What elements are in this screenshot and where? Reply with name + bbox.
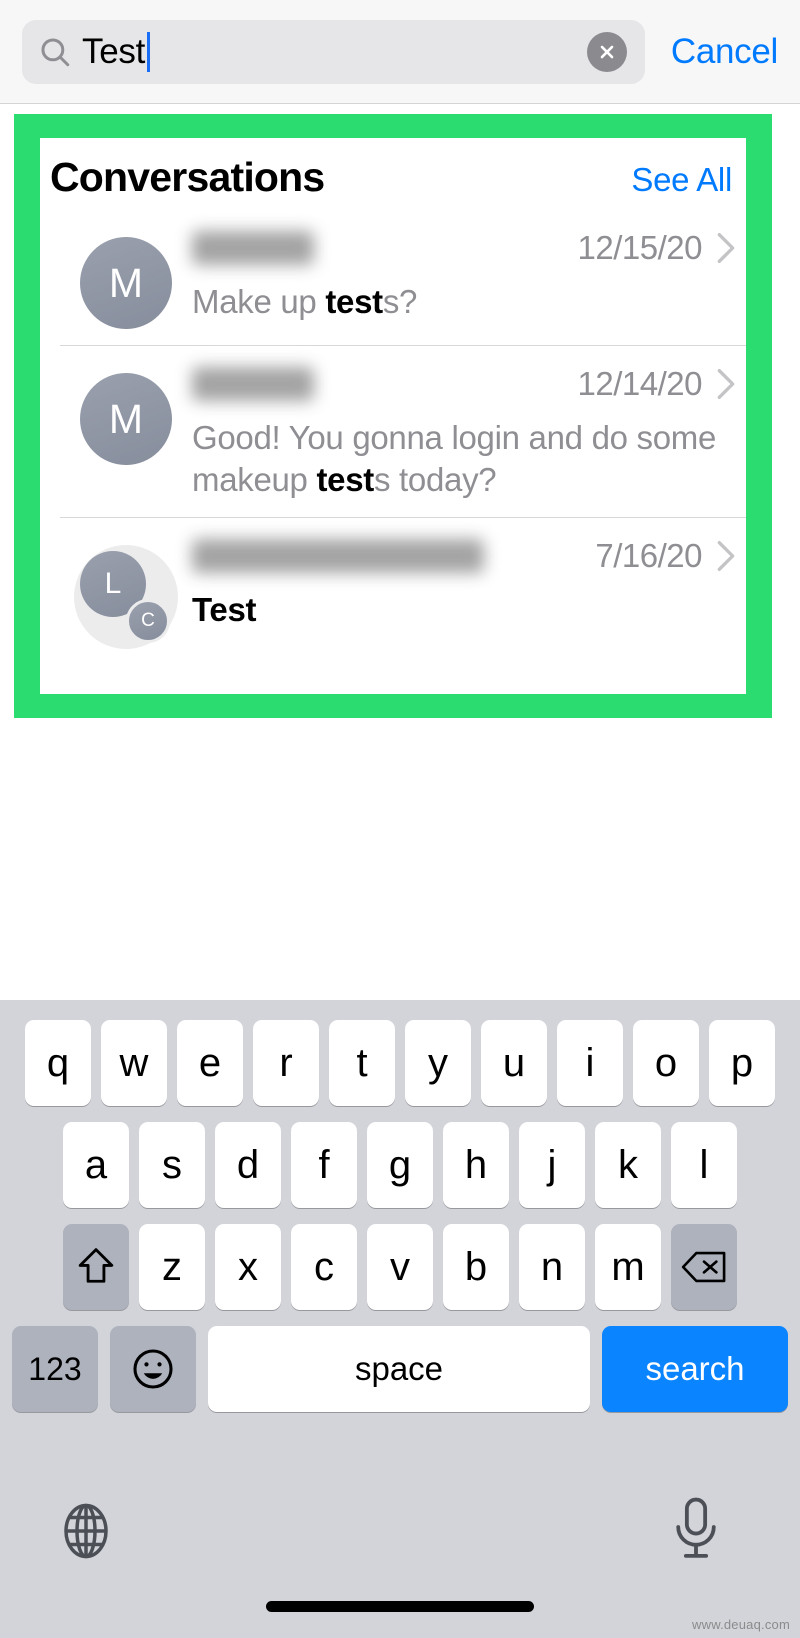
conversations-highlight-box: Conversations See All M 12/15/20 Make up… [14,114,772,718]
clear-circle-icon[interactable] [586,31,627,72]
list-item[interactable]: L C 7/16/20 Test [40,517,746,665]
conversation-meta: 12/14/20 [562,365,736,403]
key-n[interactable]: n [519,1224,585,1310]
chevron-right-icon [716,539,736,573]
search-key[interactable]: search [602,1326,788,1412]
conversation-body: 12/15/20 Make up tests? [192,225,736,323]
conversation-body: 12/14/20 Good! You gonna login and do so… [192,361,736,501]
conversation-list: M 12/15/20 Make up tests? M 12/14/20 Goo… [40,209,746,665]
preview-before: Make up [192,283,326,320]
avatar: M [80,373,172,465]
conversation-topline: 12/15/20 [192,229,736,267]
conversation-date: 12/15/20 [577,229,703,266]
key-w[interactable]: w [101,1020,167,1106]
key-d[interactable]: d [215,1122,281,1208]
keyboard-row-3: z x c v b n m [0,1208,800,1310]
shift-icon[interactable] [63,1224,129,1310]
search-value-wrapper: Test [82,31,150,72]
key-v[interactable]: v [367,1224,433,1310]
chevron-right-icon [716,231,736,265]
search-icon [38,35,72,69]
contact-name-redacted [192,367,314,401]
backspace-icon[interactable] [671,1224,737,1310]
keyboard-bottom-bar: www.deuaq.com [0,1466,800,1638]
keyboard-row-4: 123 space search [0,1310,800,1412]
key-b[interactable]: b [443,1224,509,1310]
conversation-meta: 7/16/20 [579,537,736,575]
iphone-screen: Test Cancel Conversations See All M 12/1… [0,0,800,1638]
see-all-link[interactable]: See All [631,161,732,199]
conversations-results-card: Conversations See All M 12/15/20 Make up… [40,138,746,694]
page-title: Conversations [50,154,325,200]
key-s[interactable]: s [139,1122,205,1208]
key-y[interactable]: y [405,1020,471,1106]
conversation-meta: 12/15/20 [562,229,736,267]
home-indicator [266,1601,534,1612]
key-o[interactable]: o [633,1020,699,1106]
search-input-value: Test [82,31,145,71]
avatar-column: M [60,361,192,465]
key-p[interactable]: p [709,1020,775,1106]
list-item[interactable]: M 12/15/20 Make up tests? [40,209,746,345]
message-preview: Make up tests? [192,281,736,323]
key-l[interactable]: l [671,1122,737,1208]
message-preview: Good! You gonna login and do some makeup… [192,417,736,501]
avatar-column: L C [60,533,192,650]
key-e[interactable]: e [177,1020,243,1106]
avatar: M [80,237,172,329]
keyboard-row-1: q w e r t y u i o p [0,1000,800,1106]
keyboard-row-2: a s d f g h j k l [0,1106,800,1208]
contact-name-redacted [192,231,314,265]
search-input[interactable]: Test [22,19,645,84]
key-m[interactable]: m [595,1224,661,1310]
key-a[interactable]: a [63,1122,129,1208]
preview-match: Test [192,591,257,629]
conversation-date: 12/14/20 [577,365,703,402]
key-i[interactable]: i [557,1020,623,1106]
space-key[interactable]: space [208,1326,590,1412]
key-k[interactable]: k [595,1122,661,1208]
conversation-date: 7/16/20 [595,537,702,575]
microphone-icon[interactable] [670,1496,722,1567]
preview-after: s? [382,283,418,320]
key-h[interactable]: h [443,1122,509,1208]
chevron-right-icon [716,367,736,401]
key-x[interactable]: x [215,1224,281,1310]
conversation-topline: 12/14/20 [192,365,736,403]
key-u[interactable]: u [481,1020,547,1106]
emoji-smiley-icon[interactable] [110,1326,196,1412]
key-g[interactable]: g [367,1122,433,1208]
contact-name-redacted [192,539,484,574]
numbers-key[interactable]: 123 [12,1326,98,1412]
key-t[interactable]: t [329,1020,395,1106]
group-avatar: L C [74,545,178,650]
conversation-body: 7/16/20 Test [192,533,736,631]
key-j[interactable]: j [519,1122,585,1208]
key-q[interactable]: q [25,1020,91,1106]
results-header: Conversations See All [40,138,746,209]
key-z[interactable]: z [139,1224,205,1310]
search-header: Test Cancel [0,0,800,104]
onscreen-keyboard: q w e r t y u i o p a s d f g h j k l z … [0,1000,800,1638]
text-caret [147,31,150,72]
avatar-secondary: C [126,599,170,644]
key-c[interactable]: c [291,1224,357,1310]
key-r[interactable]: r [253,1020,319,1106]
preview-after: s today? [373,461,497,499]
globe-icon[interactable] [56,1500,116,1567]
avatar-column: M [60,225,192,329]
watermark: www.deuaq.com [692,1617,790,1632]
key-f[interactable]: f [291,1122,357,1208]
cancel-button[interactable]: Cancel [671,32,778,72]
preview-match: test [325,283,383,320]
conversation-topline: 7/16/20 [192,537,736,575]
preview-match: test [316,461,374,499]
message-preview: Test [192,589,736,631]
list-item[interactable]: M 12/14/20 Good! You gonna login and do … [40,345,746,517]
